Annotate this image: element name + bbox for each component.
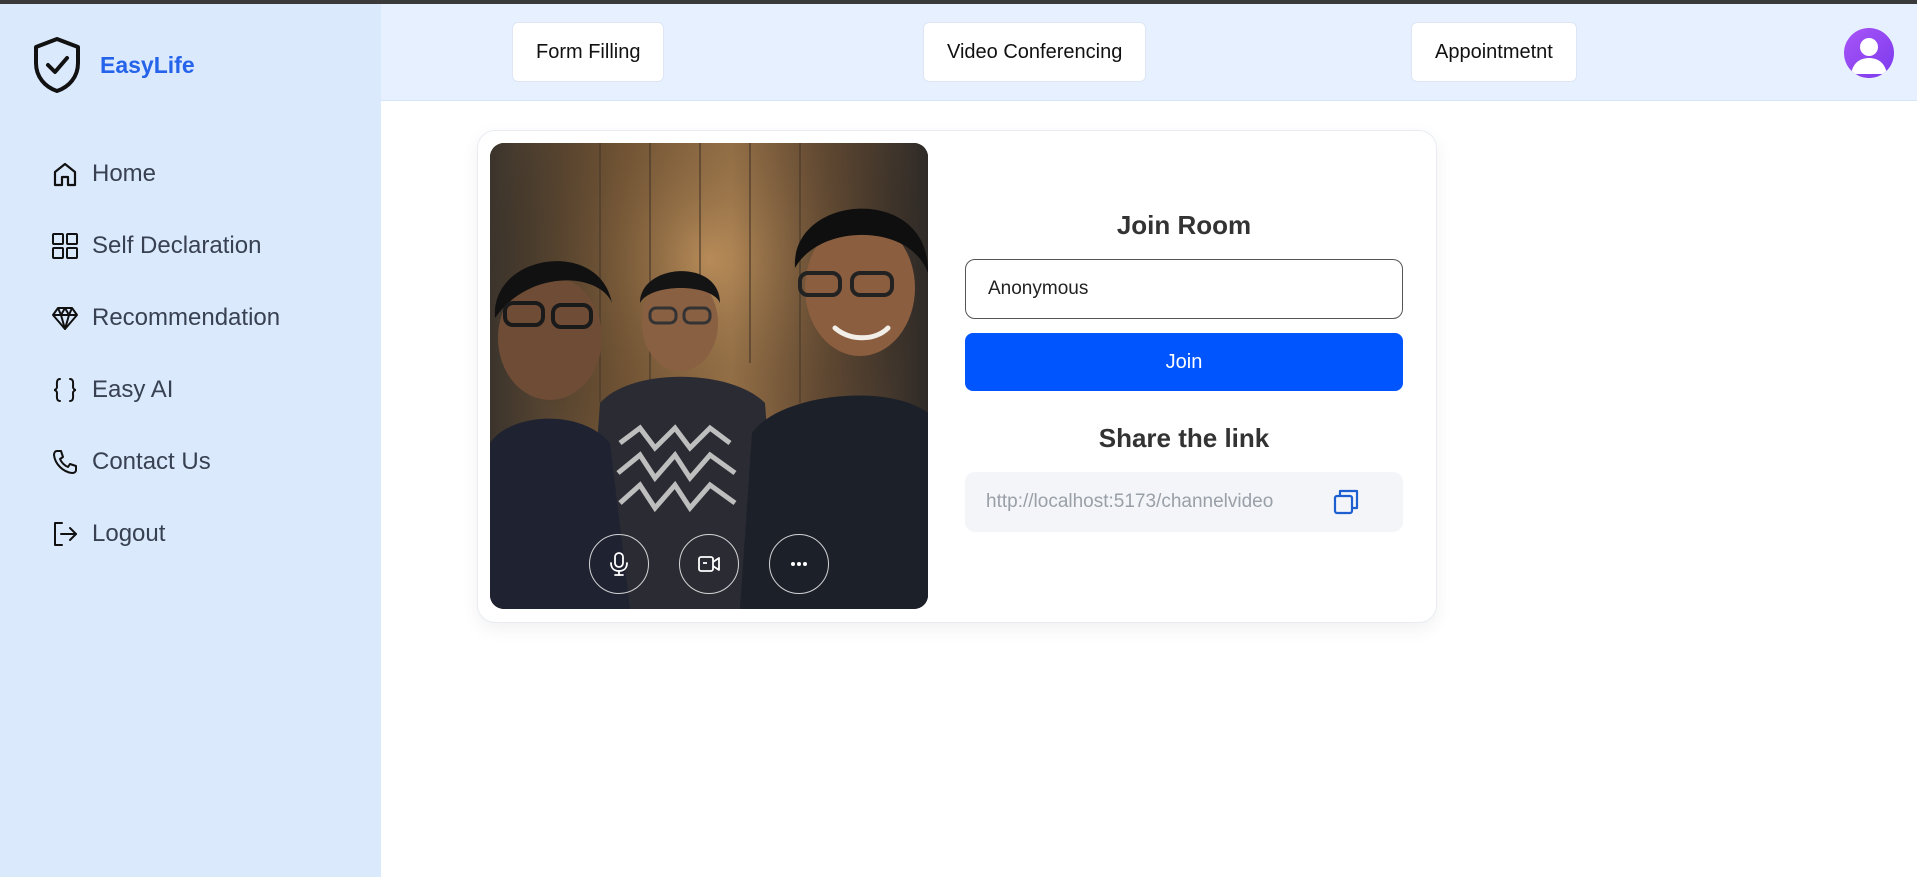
- tab-video-conferencing[interactable]: Video Conferencing: [923, 22, 1147, 82]
- video-camera-icon: [698, 556, 720, 572]
- microphone-button[interactable]: [589, 534, 649, 594]
- sidebar: EasyLife Home Self Declaration Recommend…: [0, 4, 381, 877]
- home-icon: [50, 159, 80, 189]
- logout-icon: [50, 519, 80, 549]
- shield-check-icon: [34, 37, 80, 93]
- sidebar-item-logout[interactable]: Logout: [50, 498, 280, 570]
- more-options-button[interactable]: [769, 534, 829, 594]
- share-link-box: http://localhost:5173/channelvideo: [965, 472, 1403, 532]
- sidebar-item-label: Contact Us: [92, 448, 211, 475]
- sidebar-item-label: Recommendation: [92, 304, 281, 331]
- brand-name: EasyLife: [100, 51, 195, 78]
- sidebar-item-label: Easy AI: [92, 376, 174, 403]
- video-preview: [490, 143, 928, 609]
- braces-icon: [50, 375, 80, 405]
- sidebar-nav: Home Self Declaration Recommendation Eas…: [50, 138, 280, 570]
- diamond-icon: [50, 303, 80, 333]
- more-icon: [791, 562, 807, 566]
- tab-appointment[interactable]: Appointmetnt: [1411, 22, 1577, 82]
- join-room-card: Join Room Join Share the link http://loc…: [477, 130, 1437, 623]
- sidebar-item-easy-ai[interactable]: Easy AI: [50, 354, 280, 426]
- sidebar-item-label: Logout: [92, 520, 166, 547]
- microphone-icon: [610, 552, 628, 576]
- sidebar-item-self-declaration[interactable]: Self Declaration: [50, 210, 280, 282]
- share-link-title: Share the link: [1098, 423, 1270, 453]
- display-name-input[interactable]: [965, 259, 1403, 319]
- share-link-url[interactable]: http://localhost:5173/channelvideo: [986, 491, 1316, 513]
- join-button[interactable]: Join: [965, 333, 1403, 391]
- copy-link-button[interactable]: [1332, 488, 1360, 516]
- grid-icon: [50, 231, 80, 261]
- sidebar-item-label: Self Declaration: [92, 232, 262, 259]
- top-header: Form Filling Video Conferencing Appointm…: [381, 4, 1917, 101]
- copy-icon: [1333, 489, 1359, 515]
- camera-toggle-button[interactable]: [679, 534, 739, 594]
- brand[interactable]: EasyLife: [32, 36, 195, 94]
- join-room-title: Join Room: [1116, 210, 1252, 240]
- tab-form-filling[interactable]: Form Filling: [512, 22, 665, 82]
- phone-icon: [50, 447, 80, 477]
- sidebar-item-home[interactable]: Home: [50, 138, 280, 210]
- sidebar-item-label: Home: [92, 160, 157, 187]
- sidebar-item-contact-us[interactable]: Contact Us: [50, 426, 280, 498]
- user-avatar-icon[interactable]: [1844, 28, 1894, 78]
- sidebar-item-recommendation[interactable]: Recommendation: [50, 282, 280, 354]
